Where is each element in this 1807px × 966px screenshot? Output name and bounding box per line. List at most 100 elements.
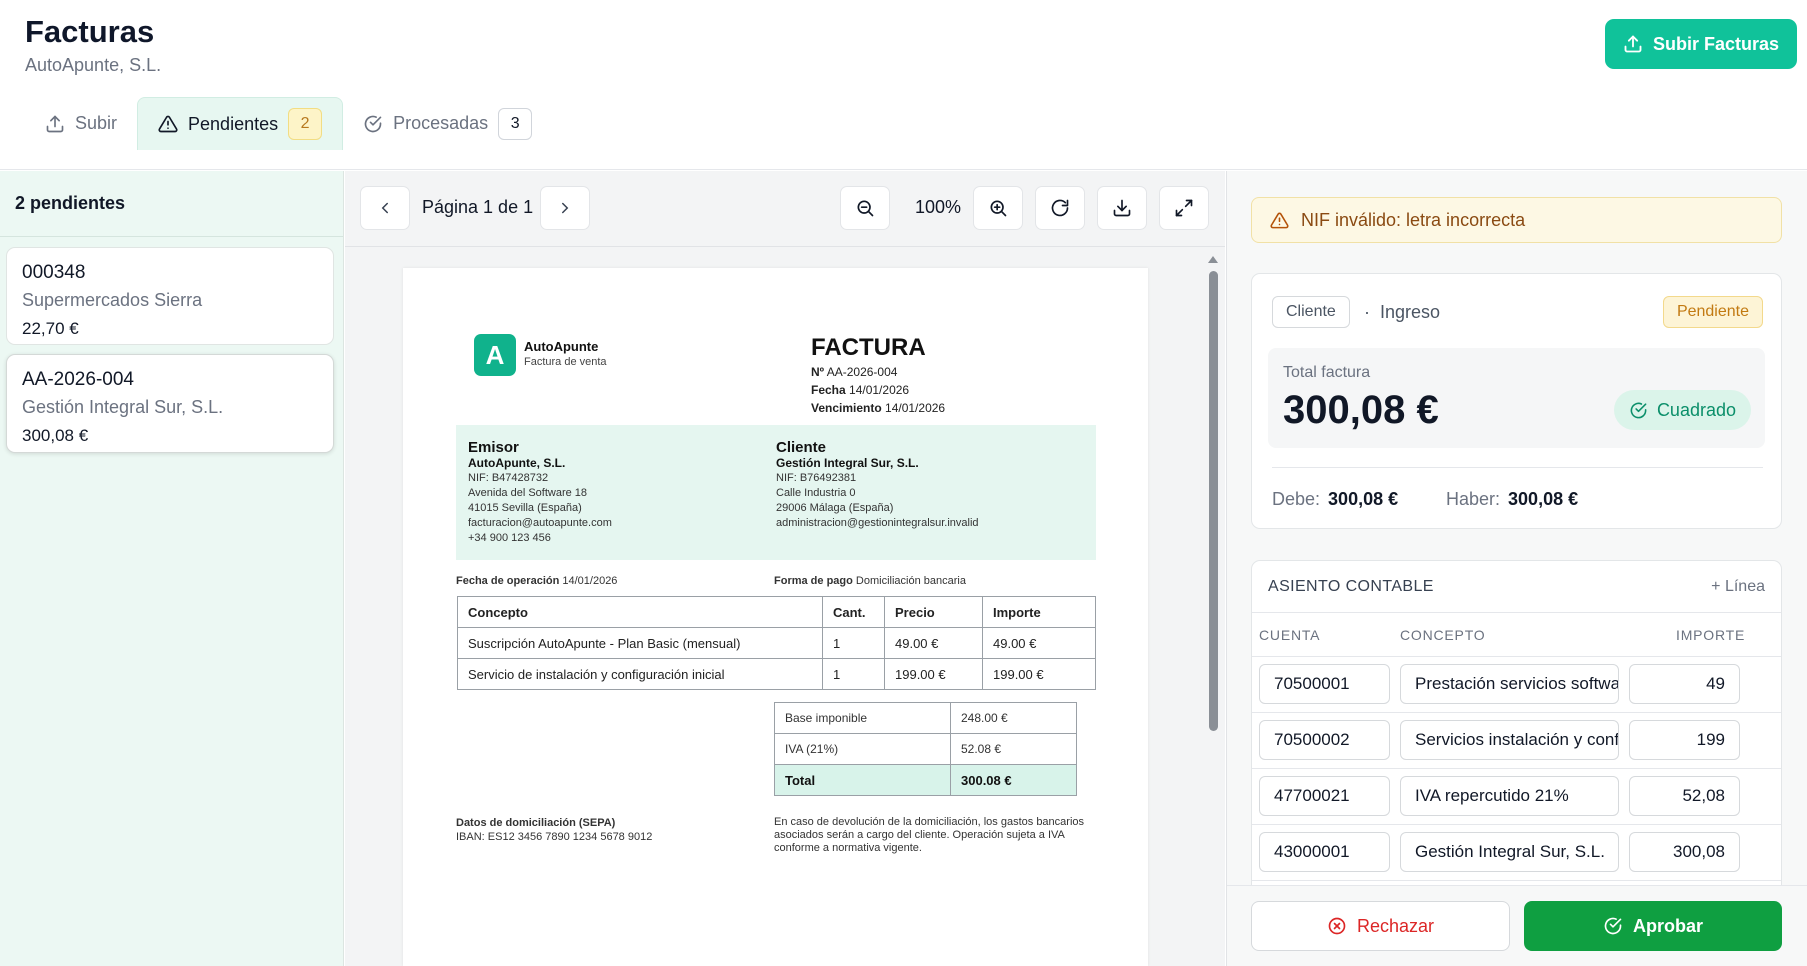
concept-input[interactable]: Gestión Integral Sur, S.L.: [1400, 832, 1619, 872]
brand-logo: A: [474, 334, 516, 376]
amount-input[interactable]: 52,08: [1629, 776, 1740, 816]
table-row: Suscripción AutoApunte - Plan Basic (men…: [457, 627, 1096, 659]
column-concept: CONCEPTO: [1400, 627, 1486, 643]
invoice-parties: Emisor AutoApunte, S.L. NIF: B47428732 A…: [456, 425, 1096, 560]
amount-input[interactable]: 49: [1629, 664, 1740, 704]
table-row: Servicio de instalación y configuración …: [457, 658, 1096, 690]
column-account: CUENTA: [1259, 627, 1321, 643]
validation-alert: NIF inválido: letra incorrecta: [1251, 197, 1782, 243]
total-box: Total factura 300,08 € Cuadrado: [1268, 348, 1765, 448]
total-value: 300,08 €: [1283, 388, 1439, 432]
account-input[interactable]: 47700021: [1259, 776, 1390, 816]
check-circle-icon: [1604, 917, 1622, 935]
tab-label: Pendientes: [188, 113, 279, 134]
prev-page-button[interactable]: [360, 186, 410, 230]
chevron-right-icon: [562, 202, 569, 214]
tab-label: Subir: [75, 113, 118, 133]
viewer-toolbar: Página 1 de 1 100%: [345, 171, 1225, 247]
journal-row: 70500002 Servicios instalación y configu…: [1252, 713, 1781, 769]
journal-row: 70500001 Prestación servicios software 4…: [1252, 657, 1781, 713]
x-circle-icon: [1328, 917, 1346, 935]
invoice-summary-card: Cliente · Ingreso Pendiente Total factur…: [1251, 273, 1782, 529]
status-badge: Pendiente: [1662, 296, 1763, 328]
tab-processed[interactable]: Procesadas 3: [343, 97, 552, 150]
document-viewer: Página 1 de 1 100% A AutoApunte Factura …: [345, 171, 1225, 966]
scroll-up-arrow-icon: [1208, 256, 1218, 263]
review-panel: NIF inválido: letra incorrecta Cliente ·…: [1226, 171, 1807, 966]
zoom-in-icon: [990, 200, 1007, 217]
viewer-scrollbar[interactable]: [1207, 255, 1219, 955]
rotate-icon: [1051, 199, 1069, 217]
tab-upload[interactable]: Subir: [25, 97, 137, 150]
zoom-level: 100%: [914, 197, 962, 217]
invoice-number: AA-2026-004: [22, 369, 134, 390]
expand-icon: [1175, 199, 1193, 217]
invoice-due-line: Vencimiento 14/01/2026: [811, 401, 946, 415]
account-input[interactable]: 70500001: [1259, 664, 1390, 704]
invoice-list-item-selected[interactable]: AA-2026-004 Gestión Integral Sur, S.L. 3…: [6, 354, 334, 453]
legal-notice: En caso de devolución de la domiciliació…: [774, 816, 1085, 854]
journal-row: 47700021 IVA repercutido 21% 52,08: [1252, 769, 1781, 825]
upload-icon: [45, 114, 65, 134]
chevron-left-icon: [381, 202, 388, 214]
client-block: Cliente Gestión Integral Sur, S.L. NIF: …: [776, 439, 979, 529]
invoice-client: Supermercados Sierra: [22, 290, 203, 310]
invoice-amount: 22,70 €: [22, 319, 79, 338]
add-line-button[interactable]: + Línea: [1711, 578, 1765, 596]
amount-input[interactable]: 300,08: [1629, 832, 1740, 872]
zoom-out-icon: [857, 200, 874, 217]
zoom-out-button[interactable]: [840, 186, 890, 230]
warning-icon: [158, 114, 178, 134]
party-type-pill: Cliente: [1272, 296, 1350, 328]
upload-icon: [1623, 34, 1643, 54]
app-header: Facturas AutoApunte, S.L. Subir Facturas…: [0, 0, 1807, 170]
invoice-lines-table: Concepto Cant. Precio Importe Suscripció…: [457, 596, 1096, 690]
page-title: Facturas: [25, 14, 155, 49]
action-bar: Rechazar Aprobar: [1227, 885, 1807, 966]
credit-total: Haber: 300,08 €: [1446, 489, 1579, 509]
column-amount: IMPORTE: [1676, 627, 1746, 643]
invoice-brand: AutoApunte: [524, 339, 599, 354]
account-input[interactable]: 70500002: [1259, 720, 1390, 760]
concept-input[interactable]: IVA repercutido 21%: [1400, 776, 1619, 816]
invoice-number: 000348: [22, 262, 86, 283]
reject-button[interactable]: Rechazar: [1251, 901, 1510, 951]
upload-invoices-button[interactable]: Subir Facturas: [1605, 19, 1797, 69]
download-button[interactable]: [1097, 186, 1147, 230]
journal-columns: CUENTA CONCEPTO IMPORTE: [1252, 613, 1781, 657]
payment-method: Forma de pago Domiciliación bancaria: [774, 575, 966, 587]
entry-type: · Ingreso: [1364, 302, 1441, 322]
alert-text: NIF inválido: letra incorrecta: [1301, 209, 1526, 230]
tab-label: Procesadas: [393, 113, 489, 133]
amount-input[interactable]: 199: [1629, 720, 1740, 760]
check-circle-icon: [363, 114, 383, 134]
zoom-in-button[interactable]: [973, 186, 1023, 230]
sepa-details: Datos de domiciliación (SEPA) IBAN: ES12…: [456, 817, 653, 843]
scrollbar-thumb[interactable]: [1209, 271, 1218, 731]
invoice-date-line: Fecha 14/01/2026: [811, 383, 910, 397]
rotate-button[interactable]: [1035, 186, 1085, 230]
invoice-list-item[interactable]: 000348 Supermercados Sierra 22,70 €: [6, 247, 334, 345]
tab-count-badge: 2: [288, 108, 323, 140]
download-icon: [1113, 199, 1131, 217]
concept-input[interactable]: Prestación servicios software: [1400, 664, 1619, 704]
warning-icon: [1270, 211, 1289, 230]
page-indicator: Página 1 de 1: [422, 197, 534, 217]
pending-list: 2 pendientes 000348 Supermercados Sierra…: [0, 171, 344, 966]
upload-invoices-label: Subir Facturas: [1652, 33, 1780, 54]
account-input[interactable]: 43000001: [1259, 832, 1390, 872]
fullscreen-button[interactable]: [1159, 186, 1209, 230]
concept-input[interactable]: Servicios instalación y configuración: [1400, 720, 1619, 760]
check-circle-icon: [1630, 402, 1647, 418]
next-page-button[interactable]: [540, 186, 590, 230]
balanced-badge: Cuadrado: [1613, 390, 1751, 430]
invoice-title: FACTURA: [811, 334, 926, 361]
invoice-amount: 300,08 €: [22, 426, 89, 445]
journal-row: 43000001 Gestión Integral Sur, S.L. 300,…: [1252, 825, 1781, 881]
tab-count-badge: 3: [498, 107, 533, 140]
tab-pending[interactable]: Pendientes 2: [137, 97, 344, 150]
operation-date: Fecha de operación 14/01/2026: [456, 575, 618, 587]
invoice-document: A AutoApunte Factura de venta FACTURA Nº…: [403, 268, 1148, 966]
approve-button[interactable]: Aprobar: [1524, 901, 1782, 951]
pending-count: 2 pendientes: [0, 171, 343, 237]
